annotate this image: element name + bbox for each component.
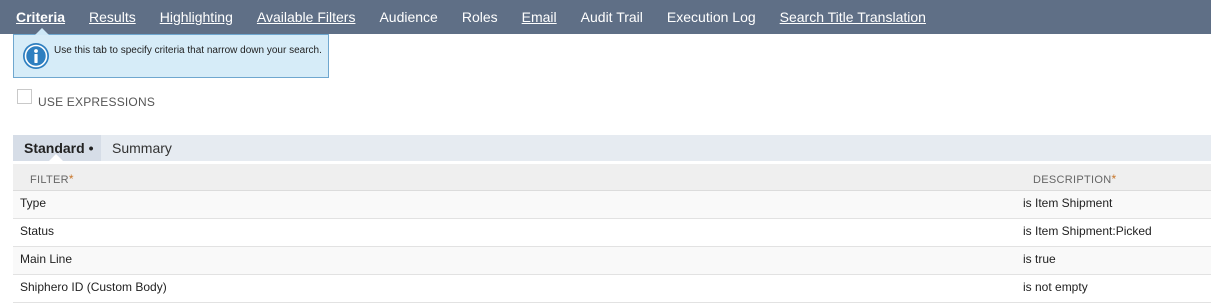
filter-cell: Main Line (20, 252, 73, 266)
table-row[interactable]: Type is Item Shipment (13, 191, 1211, 219)
tab-bar: Criteria Results Highlighting Available … (0, 0, 1211, 34)
required-star: * (68, 172, 74, 186)
table-row[interactable]: Status is Item Shipment:Picked (13, 219, 1211, 247)
description-cell: is true (1023, 252, 1056, 266)
description-cell: is not empty (1023, 280, 1088, 294)
active-tab-pointer (35, 28, 49, 35)
tab-highlighting[interactable]: Highlighting (148, 0, 245, 34)
column-header-filter-label: FILTER (30, 174, 69, 186)
use-expressions-checkbox[interactable] (17, 89, 32, 104)
tab-audit-trail[interactable]: Audit Trail (569, 0, 655, 34)
tab-execution-log[interactable]: Execution Log (655, 0, 768, 34)
criteria-table: FILTER* DESCRIPTION* Type is Item Shipme… (13, 164, 1211, 303)
column-header-filter: FILTER* (30, 172, 74, 186)
tab-search-title-translation[interactable]: Search Title Translation (768, 0, 938, 34)
tab-roles[interactable]: Roles (450, 0, 510, 34)
tab-label: Search Title Translation (779, 9, 926, 25)
subtab-summary[interactable]: Summary (112, 135, 172, 161)
column-header-description-label: DESCRIPTION (1033, 174, 1112, 186)
active-subtab-pointer (49, 154, 63, 161)
tab-label: Roles (461, 9, 498, 25)
tab-label: Execution Log (666, 9, 756, 25)
use-expressions-label: USE EXPRESSIONS (38, 94, 156, 109)
column-header-description: DESCRIPTION* (1033, 172, 1116, 186)
info-tooltip: Use this tab to specify criteria that na… (13, 34, 329, 78)
tab-label: Audience (379, 9, 438, 25)
filter-cell: Shiphero ID (Custom Body) (20, 280, 167, 294)
tab-audience[interactable]: Audience (367, 0, 449, 34)
tab-label: Criteria (16, 9, 66, 25)
criteria-subtabs: Standard • Summary (13, 135, 1211, 161)
tab-label: Audit Trail (580, 9, 643, 25)
tab-email[interactable]: Email (510, 0, 569, 34)
required-star: * (1111, 172, 1117, 186)
tab-label: Highlighting (159, 9, 233, 25)
table-row[interactable]: Shiphero ID (Custom Body) is not empty (13, 275, 1211, 303)
info-tooltip-text: Use this tab to specify criteria that na… (54, 45, 322, 56)
table-row[interactable]: Main Line is true (13, 247, 1211, 275)
info-icon (23, 43, 49, 69)
tab-results[interactable]: Results (77, 0, 148, 34)
tab-label: Email (521, 9, 557, 25)
filter-cell: Type (20, 196, 47, 210)
filter-cell: Status (20, 224, 55, 238)
subtab-summary-label: Summary (112, 140, 172, 156)
tab-available-filters[interactable]: Available Filters (245, 0, 368, 34)
tab-label: Results (89, 9, 136, 25)
table-body: Type is Item Shipment Status is Item Shi… (13, 191, 1211, 303)
table-header: FILTER* DESCRIPTION* (13, 164, 1211, 191)
use-expressions-option: USE EXPRESSIONS (17, 89, 155, 109)
subtab-standard-marker: • (88, 140, 94, 156)
description-cell: is Item Shipment (1023, 196, 1113, 210)
tab-label: Available Filters (256, 9, 356, 25)
description-cell: is Item Shipment:Picked (1023, 224, 1152, 238)
